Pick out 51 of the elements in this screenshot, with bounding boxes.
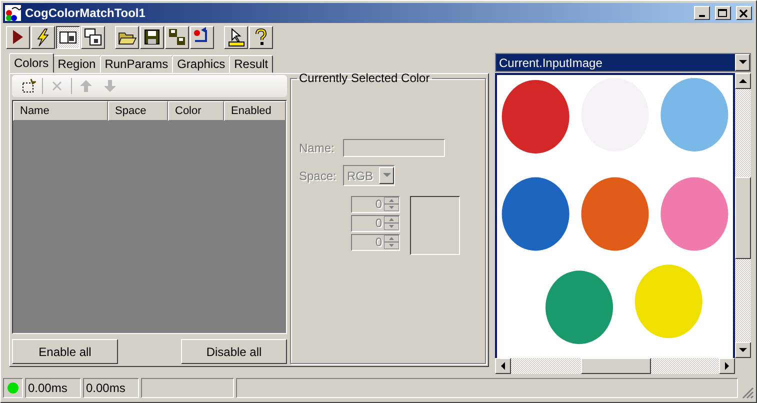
dropdown-arrow-icon — [382, 173, 390, 178]
scroll-thumb[interactable] — [581, 358, 651, 374]
cursor-ruler-icon — [226, 27, 246, 47]
tab[interactable]: Colors — [9, 53, 54, 73]
minimize-button[interactable] — [694, 6, 710, 20]
tab[interactable]: RunParams — [100, 55, 174, 73]
up-arrow-icon — [78, 78, 94, 94]
windows-icon — [83, 27, 103, 47]
down-arrow-icon — [102, 78, 118, 94]
up-arrow-icon — [739, 77, 747, 85]
toolbar-button[interactable] — [56, 26, 80, 48]
maximize-icon — [718, 8, 728, 18]
maximize-button[interactable] — [715, 6, 731, 20]
scroll-left-button[interactable] — [495, 358, 511, 374]
close-button[interactable] — [736, 6, 752, 20]
resize-grip-icon — [740, 385, 754, 399]
floppy-icon — [142, 27, 162, 47]
scroll-up-button[interactable] — [735, 73, 751, 89]
column-header[interactable]: Name — [13, 101, 108, 121]
field-label: Space: — [299, 168, 335, 182]
status-field: 0.00ms — [83, 378, 139, 398]
column-header[interactable]: Space — [108, 101, 168, 121]
group-title: Currently Selected Color — [298, 71, 431, 85]
tab[interactable]: Result — [229, 55, 274, 73]
status-field: 0.00ms — [25, 378, 81, 398]
vertical-scrollbar[interactable] — [735, 73, 751, 358]
column-header[interactable]: Color — [168, 101, 224, 121]
close-icon — [739, 8, 749, 18]
new-item-icon — [20, 78, 36, 94]
dropdown-arrow-icon — [738, 60, 746, 65]
tab[interactable]: Region — [52, 55, 101, 73]
image-source-dropdown[interactable]: Current.InputImage — [495, 53, 751, 72]
minimize-icon — [699, 15, 705, 17]
action-button[interactable]: Disable all — [181, 339, 287, 364]
window-title: CogColorMatchTool1 — [25, 6, 146, 20]
status-led-icon — [7, 382, 19, 394]
column-header[interactable]: Enabled — [224, 101, 286, 121]
scroll-right-button[interactable] — [719, 358, 735, 374]
right-arrow-icon — [723, 362, 731, 370]
horizontal-scrollbar[interactable] — [495, 358, 735, 374]
field-label: Name: — [299, 141, 335, 155]
scroll-down-button[interactable] — [735, 342, 751, 358]
action-button[interactable]: Enable all — [12, 339, 118, 364]
down-arrow-icon — [739, 346, 747, 354]
name-field[interactable] — [343, 139, 445, 157]
tab[interactable]: Graphics — [172, 55, 230, 73]
scroll-thumb[interactable] — [735, 177, 751, 259]
app-icon — [5, 5, 21, 21]
left-arrow-icon — [499, 362, 507, 370]
color-swatch — [410, 196, 460, 255]
floppies-icon — [167, 27, 187, 47]
